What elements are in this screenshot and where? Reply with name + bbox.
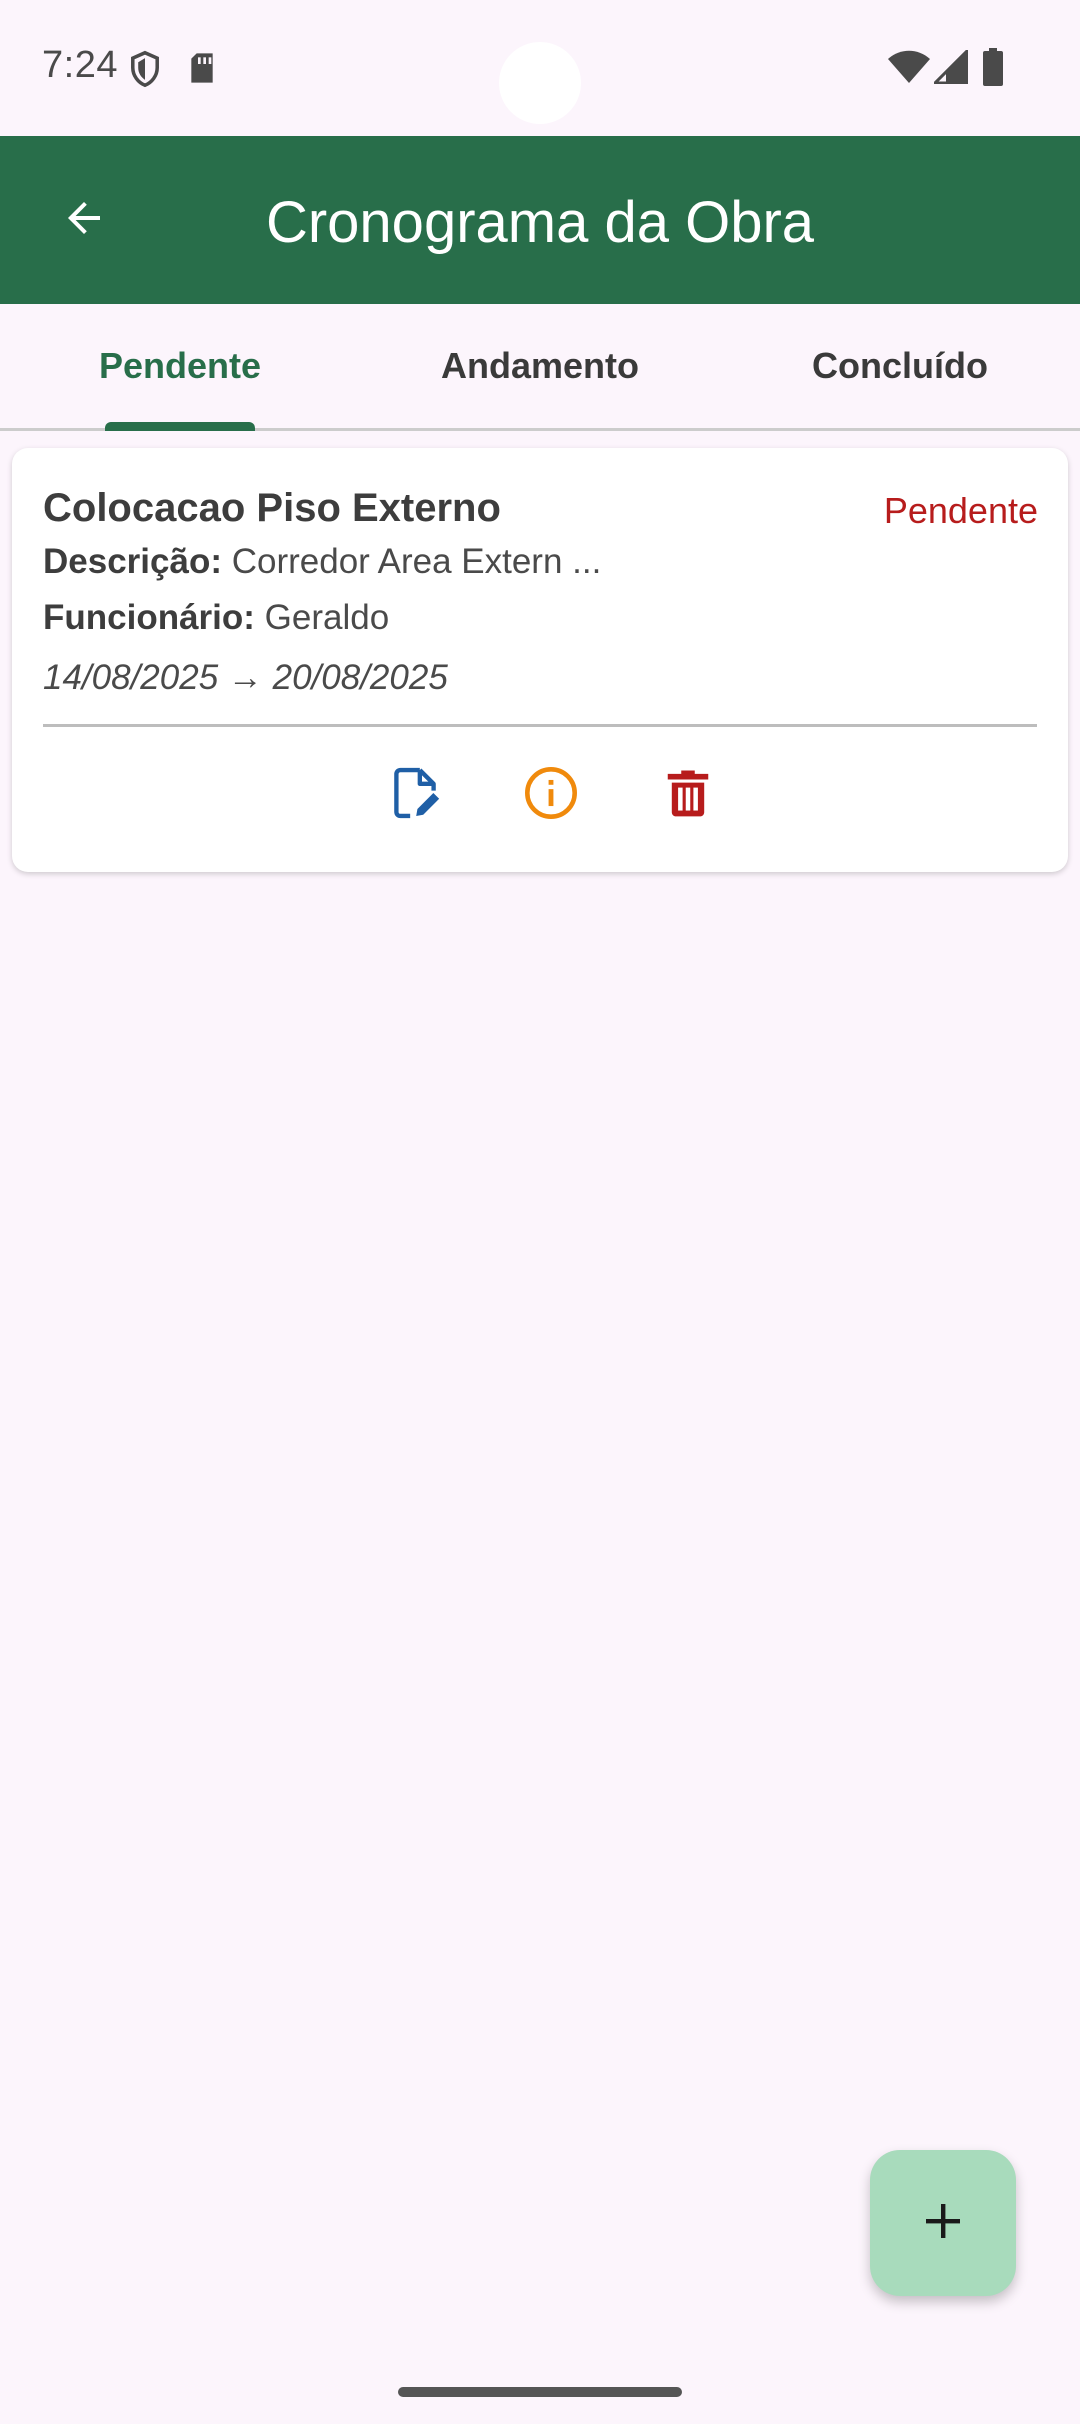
- delete-button[interactable]: [653, 760, 723, 830]
- task-description: Descrição: Corredor Area Extern ...: [43, 542, 601, 582]
- sd-card-icon: [188, 52, 216, 89]
- info-icon: [522, 764, 580, 827]
- page-title: Cronograma da Obra: [265, 190, 815, 255]
- battery-icon: [982, 48, 1004, 91]
- card-actions: [12, 760, 1068, 830]
- shield-icon: [128, 50, 162, 93]
- tab-indicator: [105, 422, 255, 431]
- edit-document-icon: [386, 764, 444, 827]
- employee-label: Funcionário:: [43, 598, 255, 637]
- wifi-icon: [888, 50, 930, 89]
- card-divider: [43, 724, 1037, 727]
- tab-andamento[interactable]: Andamento: [360, 304, 720, 428]
- status-bar: 7:24: [0, 0, 1080, 136]
- task-dates: 14/08/2025 → 20/08/2025: [43, 658, 448, 697]
- delete-icon: [661, 766, 715, 825]
- task-card[interactable]: Colocacao Piso Externo Pendente Descriçã…: [12, 448, 1068, 872]
- gesture-navigation-bar[interactable]: [398, 2387, 682, 2397]
- tab-pendente[interactable]: Pendente: [0, 304, 360, 428]
- tab-bar: Pendente Andamento Concluído: [0, 304, 1080, 431]
- status-badge: Pendente: [883, 490, 1038, 531]
- add-task-button[interactable]: [870, 2150, 1016, 2296]
- camera-cutout: [499, 42, 581, 124]
- employee-value: Geraldo: [264, 598, 390, 637]
- status-time: 7:24: [42, 44, 118, 86]
- edit-button[interactable]: [380, 760, 450, 830]
- tab-concluido[interactable]: Concluído: [720, 304, 1080, 428]
- app-bar: Cronograma da Obra: [0, 136, 1080, 304]
- description-value: Corredor Area Extern ...: [231, 542, 602, 581]
- task-title: Colocacao Piso Externo: [43, 486, 501, 530]
- signal-icon: [931, 47, 969, 89]
- add-icon: [919, 2197, 967, 2250]
- task-employee: Funcionário: Geraldo: [43, 598, 389, 638]
- info-button[interactable]: [516, 760, 586, 830]
- description-label: Descrição:: [43, 542, 222, 581]
